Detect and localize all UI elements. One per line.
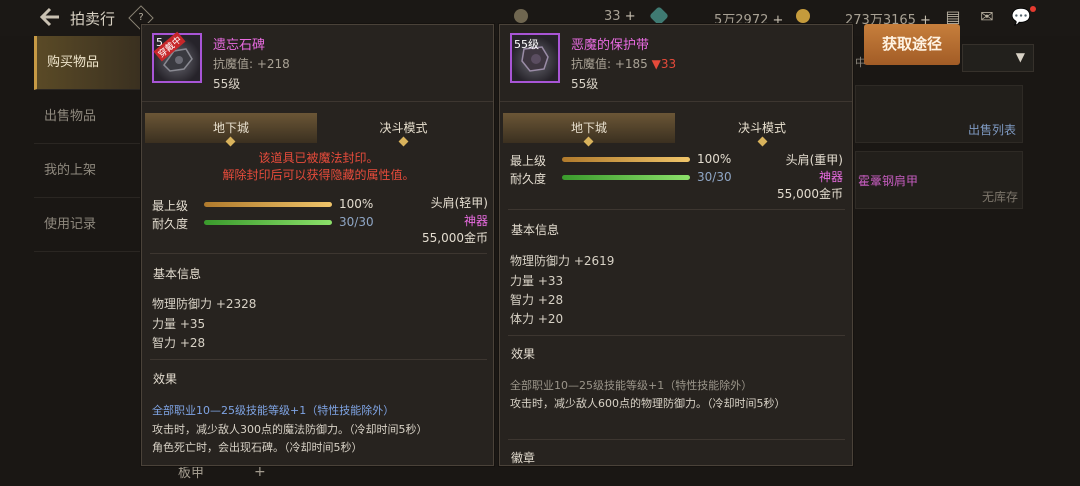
attr-line: 智力 +28 xyxy=(152,336,206,350)
grade-bar xyxy=(562,157,690,162)
divider xyxy=(150,253,487,254)
gem-icon xyxy=(649,6,669,26)
grade-bar-fill xyxy=(204,202,332,207)
stat-label: 耐久度 xyxy=(152,217,189,231)
item-name: 恶魔的保护带 xyxy=(571,38,650,53)
divider xyxy=(150,359,487,360)
effect-line: 全部职业10—25级技能等级+1（特性技能除外） xyxy=(152,404,395,417)
section-title-basic: 基本信息 xyxy=(511,223,560,237)
effect-line: 角色死亡时，会出现石碑。（冷却时间5秒） xyxy=(152,441,363,454)
anti-magic-value: 抗魔值: +185 ▼33 xyxy=(571,57,677,71)
no-stock-label: 无库存 xyxy=(982,190,1019,204)
sell-list-link[interactable]: 出售列表 xyxy=(968,121,1016,138)
attr-line: 智力 +28 xyxy=(510,293,564,307)
effect-line: 攻击时，减少敌人600点的物理防御力。（冷却时间5秒） xyxy=(510,397,786,410)
sidebar: 购买物品 出售物品 我的上架 使用记录 xyxy=(34,36,140,486)
equip-slot: 头肩(重甲) xyxy=(785,153,843,167)
item-tooltip-equipped: 5 穿戴中 遗忘石碑 抗魔值: +218 55级 地下城 决斗模式 该道具已被魔… xyxy=(141,24,494,466)
attr-line: 力量 +33 xyxy=(510,274,564,288)
grade-value: 100% xyxy=(339,197,374,211)
grade-bar-fill xyxy=(562,157,690,162)
divider xyxy=(142,101,493,102)
attr-line: 体力 +20 xyxy=(510,312,564,326)
divider xyxy=(500,101,852,102)
section-title-basic: 基本信息 xyxy=(153,267,202,281)
sealed-notice-1: 该道具已被魔法封印。 xyxy=(258,151,379,165)
equip-slot: 头肩(轻甲) xyxy=(430,196,488,210)
sealed-notice-2: 解除封印后可以获得隐藏的属性值。 xyxy=(222,168,415,182)
sidebar-item-buy[interactable]: 购买物品 xyxy=(34,36,140,90)
item-level: 55级 xyxy=(213,77,241,91)
durability-value: 30/30 xyxy=(697,170,732,184)
sidebar-item-my-listings[interactable]: 我的上架 xyxy=(34,144,140,198)
chat-icon[interactable]: 💬 xyxy=(1010,8,1032,26)
sidebar-item-history[interactable]: 使用记录 xyxy=(34,198,140,252)
stat-label: 最上级 xyxy=(510,154,547,168)
attr-line: 物理防御力 +2619 xyxy=(510,254,615,268)
sidebar-item-sell[interactable]: 出售物品 xyxy=(34,90,140,144)
divider xyxy=(508,439,845,440)
divider xyxy=(508,209,845,210)
item-price: 55,000金币 xyxy=(777,187,843,201)
rarity-label: 神器 xyxy=(818,170,843,184)
add-icon[interactable]: + xyxy=(254,464,266,480)
mode-tabs: 地下城 决斗模式 xyxy=(145,113,490,147)
coin-icon xyxy=(514,9,528,23)
get-path-button[interactable]: 获取途径 xyxy=(864,24,960,65)
anti-magic-value: 抗魔值: +218 xyxy=(213,57,290,71)
divider xyxy=(508,335,845,336)
currency-1-value: 33 + xyxy=(604,9,636,24)
attr-line: 物理防御力 +2328 xyxy=(152,297,257,311)
durability-bar-fill xyxy=(562,175,690,180)
listing-item-name[interactable]: 霍鞷钢肩甲 xyxy=(858,172,918,189)
mail-icon[interactable]: ✉ xyxy=(976,8,998,26)
item-price: 55,000金币 xyxy=(422,231,488,245)
section-title-emblem: 徽章 xyxy=(511,451,536,465)
durability-value: 30/30 xyxy=(339,215,374,229)
item-name: 遗忘石碑 xyxy=(213,38,266,53)
chevron-down-icon: ▼ xyxy=(1015,50,1025,64)
effect-line: 攻击时，减少敌人300点的魔法防御力。（冷却时间5秒） xyxy=(152,423,428,436)
item-icon-stele: 5 穿戴中 xyxy=(152,31,202,83)
item-icon-belt: 55级 xyxy=(510,33,560,83)
durability-bar xyxy=(204,220,332,225)
section-title-effect: 效果 xyxy=(511,347,536,361)
back-arrow-icon[interactable] xyxy=(38,6,62,28)
page-title: 拍卖行 xyxy=(70,10,116,28)
grade-bar xyxy=(204,202,332,207)
anti-magic-decrease: ▼33 xyxy=(651,57,677,71)
durability-bar xyxy=(562,175,690,180)
filter-dropdown[interactable]: ▼ xyxy=(962,44,1034,72)
item-level: 55级 xyxy=(571,77,599,91)
stat-label: 耐久度 xyxy=(510,172,547,186)
effect-line: 全部职业10—25级技能等级+1（特性技能除外） xyxy=(510,379,753,392)
item-tooltip-compare: 55级 恶魔的保护带 抗魔值: +185 ▼33 55级 地下城 决斗模式 最上… xyxy=(499,24,853,466)
grade-value: 100% xyxy=(697,152,732,166)
durability-bar-fill xyxy=(204,220,332,225)
mode-tabs: 地下城 决斗模式 xyxy=(503,113,849,147)
attr-line: 力量 +35 xyxy=(152,317,206,331)
section-title-effect: 效果 xyxy=(153,372,178,386)
rarity-label: 神器 xyxy=(463,214,488,228)
notification-dot xyxy=(1030,6,1036,12)
gold-coin-icon xyxy=(796,9,810,23)
stat-label: 最上级 xyxy=(152,199,189,213)
